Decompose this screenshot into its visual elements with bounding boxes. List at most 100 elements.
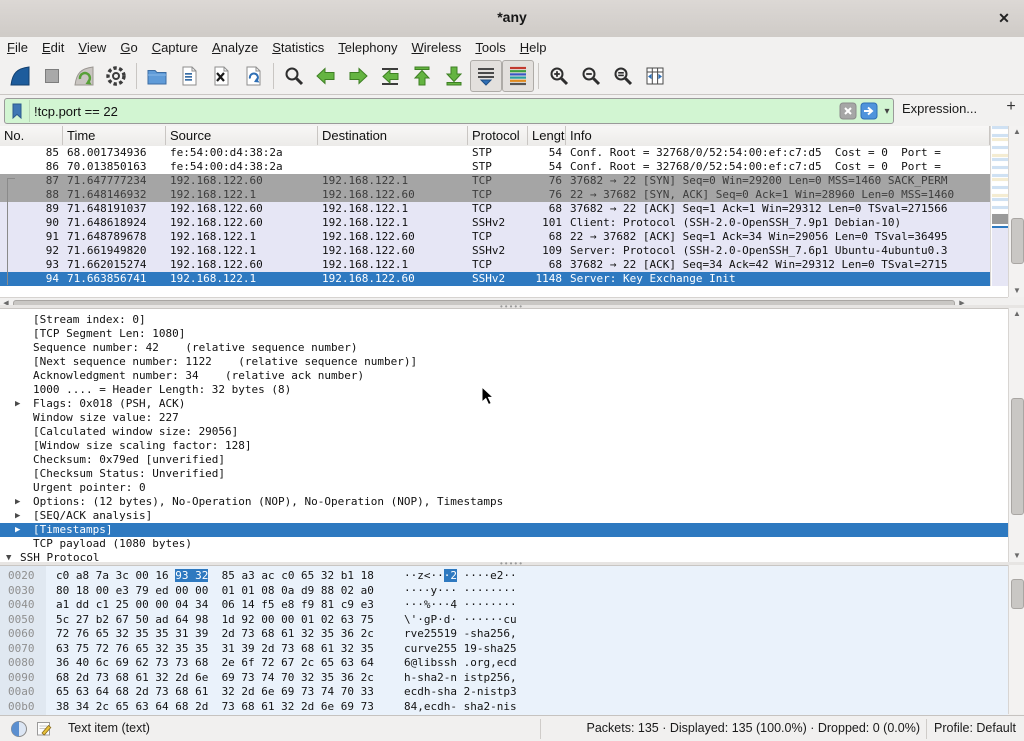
auto-scroll-icon[interactable] — [470, 60, 502, 92]
hex-row-00a0[interactable]: 00a065 63 64 68 2d 73 68 61 32 2d 6e 69 … — [0, 685, 1008, 700]
menu-edit[interactable]: Edit — [35, 39, 71, 56]
bytes-vscroll-thumb[interactable] — [1011, 579, 1024, 609]
hex-bytes[interactable]: 38 34 2c 65 63 64 68 2d 73 68 61 32 2d 6… — [56, 700, 374, 715]
column-header-source[interactable]: Source — [166, 126, 318, 145]
packet-row-88[interactable]: 8871.648146932192.168.122.1192.168.122.6… — [0, 188, 990, 202]
packet-list-vscrollbar[interactable]: ▲ ▼ — [1008, 126, 1024, 297]
detail-line[interactable]: ▶Flags: 0x018 (PSH, ACK) — [0, 397, 1008, 411]
clear-filter-icon[interactable] — [839, 102, 857, 120]
ascii-bytes[interactable]: ···%···4 ········ — [404, 598, 517, 613]
hex-bytes[interactable]: 68 2d 73 68 61 32 2d 6e 69 73 74 70 32 3… — [56, 671, 374, 686]
packet-row-85[interactable]: 8568.001734936fe:54:00:d4:38:2aSTP54Conf… — [0, 146, 990, 160]
detail-line[interactable]: [Checksum Status: Unverified] — [0, 467, 1008, 481]
hex-bytes[interactable]: a1 dd c1 25 00 00 04 34 06 14 f5 e8 f9 8… — [56, 598, 374, 613]
hex-row-00b0[interactable]: 00b038 34 2c 65 63 64 68 2d 73 68 61 32 … — [0, 700, 1008, 715]
expand-arrow-icon[interactable]: ▶ — [15, 509, 20, 523]
profile-button[interactable]: Profile: Default — [934, 721, 1016, 735]
column-header-destination[interactable]: Destination — [318, 126, 468, 145]
menu-file[interactable]: File — [0, 39, 35, 56]
open-file-icon[interactable] — [141, 60, 173, 92]
expression-button[interactable]: Expression... — [902, 101, 977, 116]
resize-columns-icon[interactable] — [639, 60, 671, 92]
ascii-bytes[interactable]: ecdh-sha 2-nistp3 — [404, 685, 517, 700]
bookmark-icon[interactable] — [5, 100, 30, 122]
packet-row-94[interactable]: 9471.663856741192.168.122.1192.168.122.6… — [0, 272, 990, 286]
go-forward-icon[interactable] — [342, 60, 374, 92]
column-header-time[interactable]: Time — [63, 126, 166, 145]
filter-history-caret-icon[interactable]: ▾ — [881, 106, 893, 117]
menu-help[interactable]: Help — [513, 39, 554, 56]
detail-line[interactable]: [Window size scaling factor: 128] — [0, 439, 1008, 453]
menu-view[interactable]: View — [71, 39, 113, 56]
detail-line[interactable]: Acknowledgment number: 34 (relative ack … — [0, 369, 1008, 383]
detail-line[interactable]: 1000 .... = Header Length: 32 bytes (8) — [0, 383, 1008, 397]
hex-bytes[interactable]: 72 76 65 32 35 35 31 39 2d 73 68 61 32 3… — [56, 627, 374, 642]
display-filter-box[interactable]: ▾ — [4, 98, 894, 124]
hex-bytes[interactable]: 5c 27 b2 67 50 ad 64 98 1d 92 00 00 01 0… — [56, 613, 374, 628]
packet-list-minimap-scrollbar[interactable] — [990, 126, 1009, 286]
hex-row-0020[interactable]: 0020c0 a8 7a 3c 00 16 93 32 85 a3 ac c0 … — [0, 569, 1008, 584]
packet-row-93[interactable]: 9371.662015274192.168.122.60192.168.122.… — [0, 258, 990, 272]
packet-row-91[interactable]: 9171.648789678192.168.122.1192.168.122.6… — [0, 230, 990, 244]
detail-line[interactable]: Sequence number: 42 (relative sequence n… — [0, 341, 1008, 355]
zoom-out-icon[interactable] — [575, 60, 607, 92]
zoom-reset-icon[interactable] — [607, 60, 639, 92]
zoom-in-icon[interactable] — [543, 60, 575, 92]
hex-bytes[interactable]: c0 a8 7a 3c 00 16 93 32 85 a3 ac c0 65 3… — [56, 569, 374, 584]
column-header-no[interactable]: No. — [0, 126, 63, 145]
expand-arrow-icon[interactable]: ▶ — [15, 523, 20, 537]
menu-tools[interactable]: Tools — [468, 39, 512, 56]
details-vscroll-thumb[interactable] — [1011, 398, 1024, 515]
detail-line[interactable]: Checksum: 0x79ed [unverified] — [0, 453, 1008, 467]
ascii-bytes[interactable]: ··z<···2 ····e2·· — [404, 569, 517, 584]
hex-row-0050[interactable]: 00505c 27 b2 67 50 ad 64 98 1d 92 00 00 … — [0, 613, 1008, 628]
go-back-icon[interactable] — [310, 60, 342, 92]
menu-analyze[interactable]: Analyze — [205, 39, 265, 56]
detail-line[interactable]: [Calculated window size: 29056] — [0, 425, 1008, 439]
column-header-length[interactable]: Length — [528, 126, 566, 145]
hex-row-0070[interactable]: 007063 75 72 76 65 32 35 35 31 39 2d 73 … — [0, 642, 1008, 657]
colorize-icon[interactable] — [502, 60, 534, 92]
scroll-down-icon[interactable]: ▼ — [1009, 550, 1024, 562]
detail-line[interactable]: TCP payload (1080 bytes) — [0, 537, 1008, 551]
start-capture-icon[interactable] — [4, 60, 36, 92]
scroll-up-icon[interactable]: ▲ — [1009, 126, 1024, 138]
details-vscrollbar[interactable]: ▲ ▼ — [1008, 308, 1024, 562]
display-filter-input[interactable] — [30, 104, 839, 119]
apply-filter-icon[interactable] — [860, 102, 878, 120]
scroll-up-icon[interactable]: ▲ — [1009, 308, 1024, 320]
packet-row-90[interactable]: 9071.648618924192.168.122.60192.168.122.… — [0, 216, 990, 230]
column-header-protocol[interactable]: Protocol — [468, 126, 528, 145]
find-packet-icon[interactable] — [278, 60, 310, 92]
packet-row-92[interactable]: 9271.661949820192.168.122.1192.168.122.6… — [0, 244, 990, 258]
close-icon[interactable]: ✕ — [994, 8, 1014, 28]
detail-line[interactable]: ▶[Timestamps] — [0, 523, 1008, 537]
hex-bytes[interactable]: 65 63 64 68 2d 73 68 61 32 2d 6e 69 73 7… — [56, 685, 374, 700]
add-filter-button[interactable]: + — [1002, 98, 1020, 116]
packet-list-vscroll-thumb[interactable] — [1011, 218, 1024, 264]
go-to-packet-icon[interactable] — [374, 60, 406, 92]
ascii-bytes[interactable]: curve255 19-sha25 — [404, 642, 517, 657]
ascii-bytes[interactable]: 84,ecdh- sha2-nis — [404, 700, 517, 715]
go-last-icon[interactable] — [438, 60, 470, 92]
ascii-bytes[interactable]: 6@libssh .org,ecd — [404, 656, 517, 671]
detail-line[interactable]: [Next sequence number: 1122 (relative se… — [0, 355, 1008, 369]
capture-comment-icon[interactable] — [36, 720, 53, 741]
go-first-icon[interactable] — [406, 60, 438, 92]
packet-row-87[interactable]: 8771.647777234192.168.122.60192.168.122.… — [0, 174, 990, 188]
hex-bytes[interactable]: 63 75 72 76 65 32 35 35 31 39 2d 73 68 6… — [56, 642, 374, 657]
expand-arrow-icon[interactable]: ▶ — [15, 397, 20, 411]
menu-statistics[interactable]: Statistics — [265, 39, 331, 56]
menu-wireless[interactable]: Wireless — [405, 39, 469, 56]
save-file-icon[interactable] — [173, 60, 205, 92]
capture-options-icon[interactable] — [100, 60, 132, 92]
menu-go[interactable]: Go — [113, 39, 144, 56]
hex-row-0030[interactable]: 003080 18 00 e3 79 ed 00 00 01 01 08 0a … — [0, 584, 1008, 599]
packet-row-86[interactable]: 8670.013850163fe:54:00:d4:38:2aSTP54Conf… — [0, 160, 990, 174]
detail-line[interactable]: ▶[SEQ/ACK analysis] — [0, 509, 1008, 523]
ascii-bytes[interactable]: rve25519 -sha256, — [404, 627, 517, 642]
hex-row-0040[interactable]: 0040a1 dd c1 25 00 00 04 34 06 14 f5 e8 … — [0, 598, 1008, 613]
detail-line[interactable]: [TCP Segment Len: 1080] — [0, 327, 1008, 341]
bytes-vscrollbar[interactable] — [1008, 565, 1024, 714]
detail-line[interactable]: [Stream index: 0] — [0, 313, 1008, 327]
